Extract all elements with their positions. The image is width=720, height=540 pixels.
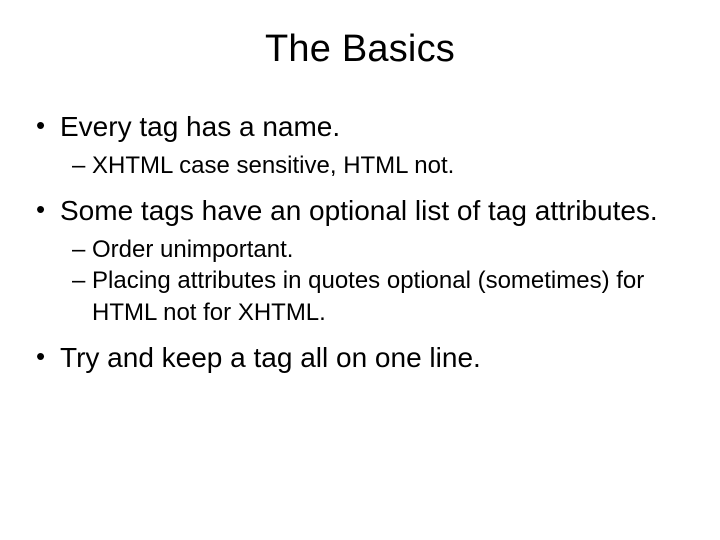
bullet-list: Every tag has a name. XHTML case sensiti… <box>30 109 690 375</box>
list-item-text: Every tag has a name. <box>60 111 340 142</box>
list-item-text: Try and keep a tag all on one line. <box>60 342 481 373</box>
sub-list-item: XHTML case sensitive, HTML not. <box>60 150 690 181</box>
sub-list: XHTML case sensitive, HTML not. <box>60 150 690 181</box>
sub-list-item: Placing attributes in quotes optional (s… <box>60 265 690 327</box>
list-item: Some tags have an optional list of tag a… <box>30 193 690 328</box>
sub-list: Order unimportant. Placing attributes in… <box>60 234 690 328</box>
sub-list-item: Order unimportant. <box>60 234 690 265</box>
list-item-text: Some tags have an optional list of tag a… <box>60 195 658 226</box>
list-item: Try and keep a tag all on one line. <box>30 340 690 375</box>
slide-title: The Basics <box>30 28 690 71</box>
list-item: Every tag has a name. XHTML case sensiti… <box>30 109 690 181</box>
